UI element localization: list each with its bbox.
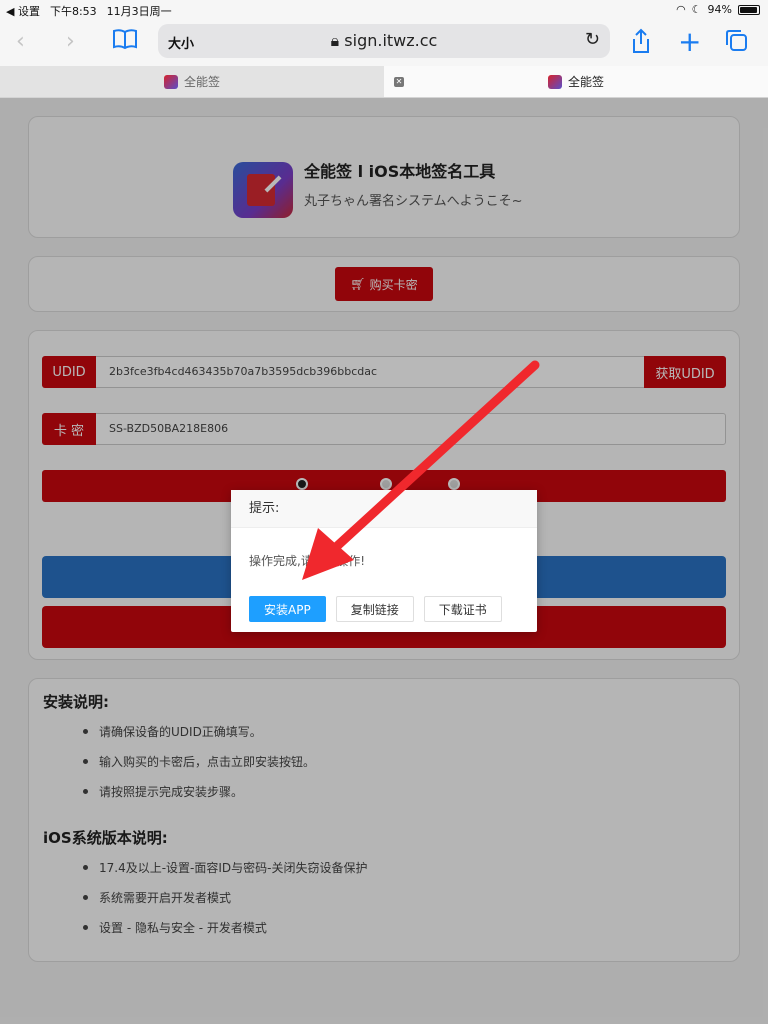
battery-percent: 94% — [707, 3, 732, 16]
tab-bar: 全能签 ✕ 全能签 — [0, 66, 768, 98]
tab-2-label: 全能签 — [567, 75, 604, 89]
dialog-message: 操作完成,请...装操作! — [249, 554, 366, 568]
bookmarks-icon[interactable] — [112, 28, 138, 57]
tabs-overview-icon[interactable] — [724, 28, 748, 60]
lock-icon: 🔒︎ — [330, 31, 345, 50]
battery-icon — [738, 4, 760, 15]
dialog-title: 提示: — [231, 490, 537, 528]
wifi-icon: ◠ — [676, 3, 686, 16]
browser-toolbar: ‹ › 大小 🔒︎ sign.itwz.cc ↻ + — [0, 20, 768, 66]
favicon-icon — [163, 74, 178, 89]
favicon-icon — [547, 74, 562, 89]
battery-fill — [740, 6, 757, 13]
status-date: 11月3日周一 — [106, 5, 172, 18]
install-app-button[interactable]: 安装APP — [249, 596, 326, 622]
forward-icon[interactable]: › — [66, 28, 75, 56]
url-text: 🔒︎ sign.itwz.cc — [158, 31, 610, 51]
close-tab-icon[interactable]: ✕ — [394, 77, 404, 87]
download-certificate-button[interactable]: 下载证书 — [423, 596, 502, 622]
copy-link-button[interactable]: 复制链接 — [335, 596, 414, 622]
moon-icon: ☾ — [691, 3, 702, 16]
reload-icon[interactable]: ↻ — [585, 29, 600, 50]
status-time: 下午8:53 — [49, 5, 97, 18]
status-bar: ◀ 设置 下午8:53 11月3日周一 ◠ ☾ 94% — [0, 0, 768, 20]
address-bar[interactable]: 大小 🔒︎ sign.itwz.cc ↻ — [158, 24, 610, 58]
back-icon[interactable]: ‹ — [16, 28, 25, 56]
share-icon[interactable] — [630, 28, 652, 62]
tab-1-label: 全能签 — [183, 75, 220, 89]
alert-dialog: 提示: 操作完成,请...装操作! 安装APP 复制链接 下载证书 — [231, 490, 537, 632]
new-tab-icon[interactable]: + — [678, 28, 701, 56]
tab-2[interactable]: ✕ 全能签 — [384, 66, 768, 97]
url-value: sign.itwz.cc — [344, 31, 438, 50]
tab-1[interactable]: 全能签 — [0, 66, 384, 97]
dialog-buttons: 安装APP 复制链接 下载证书 — [249, 596, 502, 622]
back-to-settings[interactable]: ◀ 设置 — [6, 3, 40, 19]
